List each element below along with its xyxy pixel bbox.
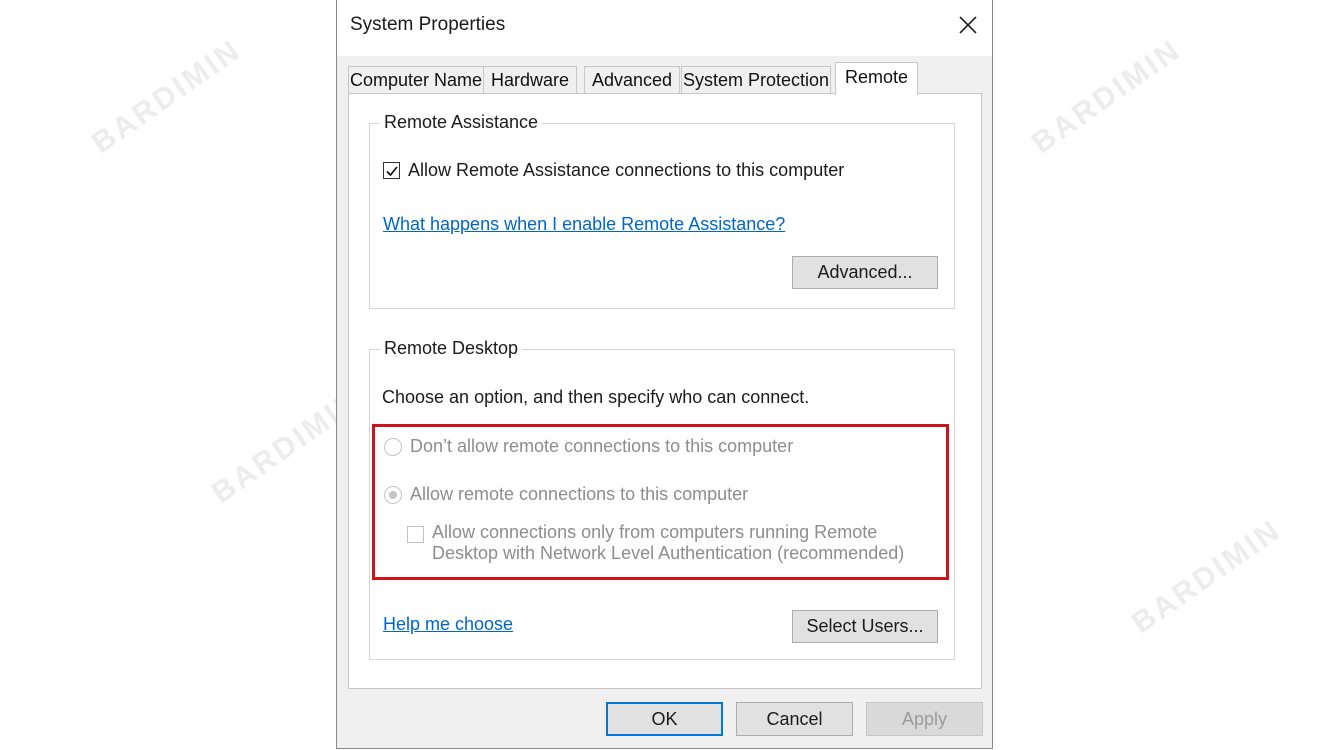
cancel-button[interactable]: Cancel xyxy=(736,702,853,736)
checkmark-icon xyxy=(385,165,398,176)
nla-label-line2: Desktop with Network Level Authenticatio… xyxy=(432,543,905,563)
remote-desktop-instruction: Choose an option, and then specify who c… xyxy=(382,387,810,407)
dont-allow-remote-row[interactable]: Don’t allow remote connections to this c… xyxy=(384,436,793,457)
remote-desktop-legend: Remote Desktop xyxy=(380,338,523,359)
allow-remote-assistance-label: Allow Remote Assistance connections to t… xyxy=(408,160,845,180)
nla-label: Allow connections only from computers ru… xyxy=(432,522,904,564)
tab-hardware[interactable]: Hardware xyxy=(483,66,577,94)
allow-remote-radio[interactable] xyxy=(384,485,402,504)
system-properties-dialog: System Properties Computer Name Hardware… xyxy=(336,0,993,749)
allow-remote-assistance-checkbox[interactable] xyxy=(383,162,400,179)
remote-assistance-legend: Remote Assistance xyxy=(380,112,543,133)
advanced-button[interactable]: Advanced... xyxy=(792,256,938,289)
tab-remote[interactable]: Remote xyxy=(835,62,918,95)
apply-button[interactable]: Apply xyxy=(866,702,983,736)
nla-checkbox[interactable] xyxy=(407,526,424,543)
close-button[interactable] xyxy=(944,0,992,50)
help-me-choose-link[interactable]: Help me choose xyxy=(383,614,513,635)
watermark-text: BARDIMIN xyxy=(85,33,248,161)
nla-row[interactable]: Allow connections only from computers ru… xyxy=(407,522,904,564)
allow-remote-assistance-row[interactable]: Allow Remote Assistance connections to t… xyxy=(383,160,844,181)
ok-button[interactable]: OK xyxy=(606,702,723,736)
radio-selected-dot xyxy=(389,490,397,499)
allow-remote-label: Allow remote connections to this compute… xyxy=(410,484,749,504)
allow-remote-row[interactable]: Allow remote connections to this compute… xyxy=(384,484,748,505)
remote-desktop-group: Remote Desktop Choose an option, and the… xyxy=(369,338,955,660)
tab-advanced[interactable]: Advanced xyxy=(584,66,680,94)
watermark-text: BARDIMIN xyxy=(1125,513,1288,641)
close-icon xyxy=(959,16,977,34)
tab-system-protection[interactable]: System Protection xyxy=(681,66,831,94)
remote-assistance-group: Remote Assistance Allow Remote Assistanc… xyxy=(369,112,955,309)
watermark-text: BARDIMIN xyxy=(1025,33,1188,161)
remote-assistance-help-link[interactable]: What happens when I enable Remote Assist… xyxy=(383,214,785,235)
dont-allow-remote-radio[interactable] xyxy=(384,437,402,456)
dont-allow-remote-label: Don’t allow remote connections to this c… xyxy=(410,436,794,456)
dialog-title: System Properties xyxy=(350,14,506,35)
title-bar: System Properties xyxy=(337,0,992,56)
nla-label-line1: Allow connections only from computers ru… xyxy=(432,522,878,542)
select-users-button[interactable]: Select Users... xyxy=(792,610,938,643)
remote-tab-panel: Remote Assistance Allow Remote Assistanc… xyxy=(348,93,982,689)
tab-computer-name[interactable]: Computer Name xyxy=(348,66,484,94)
